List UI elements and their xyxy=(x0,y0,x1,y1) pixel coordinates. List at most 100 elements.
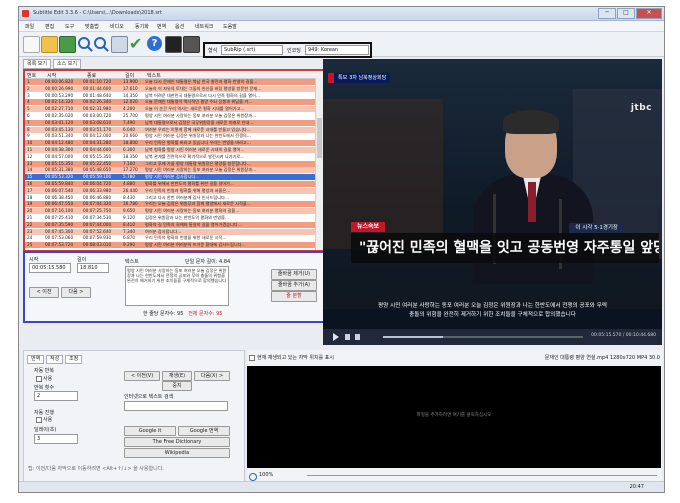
open-folder-icon[interactable] xyxy=(41,36,58,53)
tab-adjust[interactable]: 조정 xyxy=(65,355,83,364)
col-end[interactable]: 종료 xyxy=(87,72,96,79)
table-row[interactable]: 7 00:03:01.120 00:03:08.610 7.490 남북 대통령으로서 … xyxy=(25,119,315,126)
table-row[interactable]: 18 00:06:38.450 00:06:46.880 8.430 그리고 다시 한번… xyxy=(25,194,315,201)
menu-network[interactable]: 네트워크 xyxy=(195,23,213,30)
next-button[interactable]: 다음 > xyxy=(61,287,91,298)
table-row[interactable]: 2 00:00:26.990 00:01:44.600 17.610 오늘의 이 자유의… xyxy=(25,85,315,92)
menu-edit[interactable]: 편집 xyxy=(45,23,54,30)
save-icon[interactable] xyxy=(59,36,76,53)
play-icon[interactable] xyxy=(333,333,339,341)
wikipedia-button[interactable]: Wikipedia xyxy=(124,448,230,458)
table-cell: 12 xyxy=(27,153,33,159)
tab-create[interactable]: 작성 xyxy=(46,355,64,364)
video-progress[interactable] xyxy=(383,336,583,338)
auto-continue-checkbox[interactable] xyxy=(36,417,42,423)
table-cell: 00:07:45.300 xyxy=(45,228,74,234)
spell-check-icon[interactable]: ✔ xyxy=(129,36,144,52)
help-icon[interactable]: ? xyxy=(147,36,162,51)
menu-translate[interactable]: 번역 xyxy=(157,23,166,30)
table-row[interactable]: 10 00:04:12.480 00:04:31.280 18.800 우리 민족은 평… xyxy=(25,140,315,147)
add-linebreak-button[interactable]: 줄바꿈 추가(A) xyxy=(271,280,317,291)
repeat-count-select[interactable]: 2 xyxy=(34,391,78,401)
table-row[interactable]: 22 00:07:35.590 00:07:44.000 8.410 평화의 길 민족의… xyxy=(25,221,315,228)
split-line-button[interactable]: 줄 분할 xyxy=(271,291,317,302)
table-row[interactable]: 1 00:00:06.820 00:01:10.720 13.900 오늘 다시 문재인… xyxy=(25,79,315,85)
table-cell: 5.780 xyxy=(123,174,135,180)
delay-select[interactable]: 3 xyxy=(34,434,78,444)
format-select[interactable]: SubRip (.srt) xyxy=(221,45,283,55)
waveform-icon[interactable] xyxy=(165,36,182,53)
zoom-level[interactable]: 100% xyxy=(259,472,273,478)
stop-icon[interactable] xyxy=(345,334,350,340)
zoom-icon[interactable] xyxy=(249,473,257,481)
table-row[interactable]: 5 00:02:27.710 00:02:31.980 4.200 오늘 이 순간 우리… xyxy=(25,106,315,113)
tab-translate[interactable]: 번역 xyxy=(27,355,45,364)
find-icon[interactable] xyxy=(77,36,92,51)
table-row[interactable]: 20 00:07:16.100 00:07:25.750 9.650 평양 시민 여러분… xyxy=(25,208,315,215)
table-row[interactable]: 14 00:05:31.380 00:05:48.650 17.270 평양 시민 여러… xyxy=(25,167,315,174)
video-player[interactable]: 특보 3차 남북정상회담 jtbc 뉴스속보 이 시각 5·1경기장 "끊어진 민… xyxy=(323,59,662,345)
close-button[interactable]: ✕ xyxy=(636,8,662,19)
table-row[interactable]: 3 00:00:53.290 00:01:48.640 14.350 남북 어려운 대한… xyxy=(25,92,315,99)
table-cell: 평화를 위해서 한반도의 평화를 위한 길을 걸어가… xyxy=(145,181,235,186)
replace-icon[interactable] xyxy=(111,36,128,53)
menu-tools[interactable]: 도구 xyxy=(65,23,74,30)
prev-play-button[interactable]: < 이전(V) xyxy=(124,371,160,381)
tab-source-view[interactable]: 소스 보기 xyxy=(53,59,81,69)
table-row[interactable]: 13 00:05:15.350 00:05:22.450 7.100 그리고 후에 가을… xyxy=(25,160,315,167)
col-text[interactable]: 텍스트 xyxy=(147,72,161,79)
stop-button[interactable]: 중지 xyxy=(162,381,192,391)
grid-scrollbar[interactable] xyxy=(315,78,323,250)
menu-spellcheck[interactable]: 맞춤법 xyxy=(85,23,99,30)
table-row[interactable]: 23 00:07:45.300 00:07:52.640 7.340 여러분 감사합니다… xyxy=(25,228,315,235)
google-it-button[interactable]: Google it xyxy=(124,426,176,436)
free-dictionary-button[interactable]: The Free Dictionary xyxy=(124,437,230,447)
table-row[interactable]: 21 00:07:25.410 00:07:34.530 9.120 김정은 위원장과 … xyxy=(25,215,315,221)
volume-icon[interactable] xyxy=(355,334,360,340)
table-row[interactable]: 15 00:05:53.320 00:05:59.100 5.780 평양 시민 여러분… xyxy=(25,174,315,181)
minimize-button[interactable]: ─ xyxy=(598,8,616,19)
prev-button[interactable]: < 이전 xyxy=(29,287,59,298)
waveform-position-slider[interactable] xyxy=(307,475,657,476)
play-button[interactable]: 재생(E) xyxy=(162,371,192,381)
duration-input[interactable]: 18.810 xyxy=(77,263,109,273)
new-file-icon[interactable] xyxy=(23,36,40,53)
start-time-input[interactable]: 00:05:15.580 xyxy=(29,263,71,273)
encoding-select[interactable]: 949: Korean xyxy=(305,45,369,55)
maximize-button[interactable]: □ xyxy=(617,8,635,19)
tab-list-view[interactable]: 목록 보기 xyxy=(23,59,51,69)
auto-repeat-checkbox[interactable] xyxy=(36,376,42,382)
next-play-button[interactable]: 다음(X) > xyxy=(194,371,230,381)
menu-sync[interactable]: 동기화 xyxy=(135,23,149,30)
find-next-icon[interactable] xyxy=(93,36,108,51)
menu-options[interactable]: 옵션 xyxy=(175,23,184,30)
table-cell: 00:03:00.720 xyxy=(83,113,112,118)
table-row[interactable]: 24 00:07:53.060 00:07:59.930 6.870 우리 민족의 평화… xyxy=(25,235,315,242)
col-start[interactable]: 시작 xyxy=(47,72,56,79)
table-row[interactable]: 4 00:02:14.320 00:02:26.340 12.020 오늘 문재인 대통… xyxy=(25,99,315,106)
menu-file[interactable]: 파일 xyxy=(25,23,34,30)
table-row[interactable]: 12 00:04:57.000 00:05:15.350 18.350 남북 관계를 전… xyxy=(25,153,315,160)
table-cell: 00:05:53.320 xyxy=(45,174,74,180)
menu-help[interactable]: 도움말 xyxy=(223,23,237,30)
col-duration[interactable]: 길이 xyxy=(125,72,134,79)
table-row[interactable]: 8 00:03:45.130 00:03:51.170 6.040 여러분 우리는 이렇… xyxy=(25,126,315,133)
remove-linebreak-button[interactable]: 줄바꿈 제거(U) xyxy=(271,269,317,280)
table-cell: 7.340 xyxy=(123,228,135,234)
show-position-checkbox[interactable] xyxy=(249,355,255,361)
table-row[interactable]: 11 00:04:38.300 00:04:44.600 6.300 남북 평화를 평양… xyxy=(25,147,315,153)
video-icon[interactable] xyxy=(183,36,200,53)
news-badge: 특보 3차 남북정상회담 xyxy=(328,73,391,83)
table-row[interactable]: 19 00:06:47.550 00:07:04.330 16.780 우리는 오늘 김… xyxy=(25,201,315,208)
table-row[interactable]: 17 00:06:07.540 00:06:33.980 26.440 우리 민족의 번… xyxy=(25,187,315,194)
subtitle-text-area[interactable]: 평양 시민 여러분 사랑하는 동포 여러분 오늘 김정은 위원장과 나는 한반도… xyxy=(125,266,229,306)
menu-video[interactable]: 비디오 xyxy=(110,23,124,30)
google-translate-button[interactable]: Google 번역 xyxy=(178,426,230,436)
search-text-input[interactable] xyxy=(124,401,228,411)
table-row[interactable]: 16 00:05:59.840 00:06:04.720 4.880 평화를 위해서 한… xyxy=(25,181,315,187)
waveform-area[interactable]: 파형을 추가하려면 여기를 클릭하십시오 xyxy=(247,366,661,468)
table-row[interactable]: 9 00:03:51.340 00:04:12.000 20.660 평양 시민 여러분… xyxy=(25,133,315,140)
table-row[interactable]: 6 00:02:35.020 00:03:00.720 25.700 평양 시민 여러분… xyxy=(25,113,315,119)
col-number[interactable]: 번호 xyxy=(27,72,36,79)
table-row[interactable]: 25 00:07:53.720 00:08:03.010 9.290 평양 시민 여러분… xyxy=(25,242,315,249)
